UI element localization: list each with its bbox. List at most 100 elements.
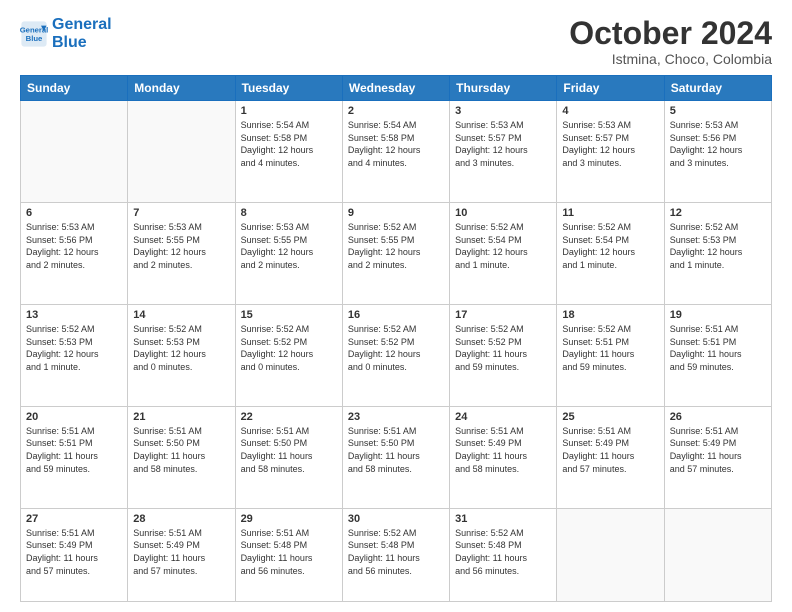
- calendar-cell: 13Sunrise: 5:52 AMSunset: 5:53 PMDayligh…: [21, 304, 128, 406]
- day-info: Sunrise: 5:53 AMSunset: 5:57 PMDaylight:…: [562, 119, 658, 169]
- calendar-cell: 27Sunrise: 5:51 AMSunset: 5:49 PMDayligh…: [21, 508, 128, 601]
- day-number: 14: [133, 309, 229, 321]
- calendar-cell: 3Sunrise: 5:53 AMSunset: 5:57 PMDaylight…: [450, 101, 557, 203]
- calendar-cell: 28Sunrise: 5:51 AMSunset: 5:49 PMDayligh…: [128, 508, 235, 601]
- calendar-cell: [21, 101, 128, 203]
- day-info: Sunrise: 5:53 AMSunset: 5:55 PMDaylight:…: [241, 221, 337, 271]
- day-number: 8: [241, 207, 337, 219]
- day-info: Sunrise: 5:51 AMSunset: 5:50 PMDaylight:…: [133, 425, 229, 475]
- calendar-cell: 18 Sunrise: 5:52 AMSunset: 5:51 PMDayligh…: [557, 304, 664, 406]
- col-monday: Monday: [128, 76, 235, 101]
- day-number: 16: [348, 309, 444, 321]
- calendar-cell: 30 Sunrise: 5:52 AMSunset: 5:48 PMDayligh…: [342, 508, 449, 601]
- location: Istmina, Choco, Colombia: [569, 51, 772, 67]
- calendar-cell: 12 Sunrise: 5:52 AMSunset: 5:53 PMDayligh…: [664, 203, 771, 305]
- day-info: Sunrise: 5:52 AMSunset: 5:51 PMDaylight:…: [562, 323, 658, 373]
- day-number: 7: [133, 207, 229, 219]
- day-number: 27: [26, 513, 122, 525]
- logo-line2: Blue: [52, 34, 87, 51]
- calendar-cell: 11 Sunrise: 5:52 AMSunset: 5:54 PMDayligh…: [557, 203, 664, 305]
- calendar-cell: 9 Sunrise: 5:52 AMSunset: 5:55 PMDaylight…: [342, 203, 449, 305]
- calendar-cell: 22 Sunrise: 5:51 AMSunset: 5:50 PMDayligh…: [235, 406, 342, 508]
- day-number: 11: [562, 207, 658, 219]
- day-number: 4: [562, 105, 658, 117]
- day-number: 1: [241, 105, 337, 117]
- day-info: Sunrise: 5:54 AMSunset: 5:58 PMDaylight:…: [348, 119, 444, 169]
- calendar-cell: 15 Sunrise: 5:52 AMSunset: 5:52 PMDayligh…: [235, 304, 342, 406]
- calendar-cell: 1 Sunrise: 5:54 AMSunset: 5:58 PMDaylight…: [235, 101, 342, 203]
- calendar-cell: [557, 508, 664, 601]
- calendar-cell: 21 Sunrise: 5:51 AMSunset: 5:50 PMDayligh…: [128, 406, 235, 508]
- day-number: 9: [348, 207, 444, 219]
- day-info: Sunrise: 5:54 AMSunset: 5:58 PMDaylight:…: [241, 119, 337, 169]
- day-info: Sunrise: 5:52 AMSunset: 5:55 PMDaylight:…: [348, 221, 444, 271]
- calendar-cell: [128, 101, 235, 203]
- day-number: 17: [455, 309, 551, 321]
- day-number: 30: [348, 513, 444, 525]
- month-title: October 2024: [569, 16, 772, 51]
- day-info: Sunrise: 5:51 AMSunset: 5:51 PMDaylight:…: [670, 323, 766, 373]
- col-thursday: Thursday: [450, 76, 557, 101]
- calendar-cell: 17Sunrise: 5:52 AMSunset: 5:52 PMDayligh…: [450, 304, 557, 406]
- col-saturday: Saturday: [664, 76, 771, 101]
- day-number: 3: [455, 105, 551, 117]
- day-info: Sunrise: 5:51 AMSunset: 5:49 PMDaylight:…: [562, 425, 658, 475]
- calendar-cell: 19 Sunrise: 5:51 AMSunset: 5:51 PMDayligh…: [664, 304, 771, 406]
- svg-text:Blue: Blue: [26, 34, 43, 43]
- logo-line1: General: [52, 16, 112, 33]
- title-area: October 2024 Istmina, Choco, Colombia: [569, 16, 772, 67]
- day-info: Sunrise: 5:52 AMSunset: 5:54 PMDaylight:…: [455, 221, 551, 271]
- day-number: 23: [348, 411, 444, 423]
- calendar-cell: 25Sunrise: 5:51 AMSunset: 5:49 PMDayligh…: [557, 406, 664, 508]
- day-number: 19: [670, 309, 766, 321]
- day-number: 20: [26, 411, 122, 423]
- calendar-cell: 5Sunrise: 5:53 AMSunset: 5:56 PMDaylight…: [664, 101, 771, 203]
- day-number: 21: [133, 411, 229, 423]
- day-number: 15: [241, 309, 337, 321]
- calendar-cell: 24 Sunrise: 5:51 AMSunset: 5:49 PMDayligh…: [450, 406, 557, 508]
- day-info: Sunrise: 5:51 AMSunset: 5:48 PMDaylight:…: [241, 527, 337, 577]
- calendar-cell: 31Sunrise: 5:52 AMSunset: 5:48 PMDayligh…: [450, 508, 557, 601]
- day-number: 6: [26, 207, 122, 219]
- calendar-cell: 29 Sunrise: 5:51 AMSunset: 5:48 PMDayligh…: [235, 508, 342, 601]
- day-number: 26: [670, 411, 766, 423]
- day-info: Sunrise: 5:52 AMSunset: 5:48 PMDaylight:…: [348, 527, 444, 577]
- day-info: Sunrise: 5:52 AMSunset: 5:53 PMDaylight:…: [26, 323, 122, 373]
- col-sunday: Sunday: [21, 76, 128, 101]
- calendar-cell: 10Sunrise: 5:52 AMSunset: 5:54 PMDayligh…: [450, 203, 557, 305]
- day-number: 24: [455, 411, 551, 423]
- logo-icon: General Blue: [20, 20, 48, 48]
- day-info: Sunrise: 5:52 AMSunset: 5:54 PMDaylight:…: [562, 221, 658, 271]
- day-number: 2: [348, 105, 444, 117]
- day-info: Sunrise: 5:53 AMSunset: 5:56 PMDaylight:…: [26, 221, 122, 271]
- day-info: Sunrise: 5:53 AMSunset: 5:55 PMDaylight:…: [133, 221, 229, 271]
- calendar-cell: 8 Sunrise: 5:53 AMSunset: 5:55 PMDaylight…: [235, 203, 342, 305]
- page: General Blue General Blue October 2024 I…: [0, 0, 792, 612]
- day-info: Sunrise: 5:52 AMSunset: 5:48 PMDaylight:…: [455, 527, 551, 577]
- calendar-cell: 16 Sunrise: 5:52 AMSunset: 5:52 PMDayligh…: [342, 304, 449, 406]
- header-row: Sunday Monday Tuesday Wednesday Thursday…: [21, 76, 772, 101]
- col-tuesday: Tuesday: [235, 76, 342, 101]
- day-info: Sunrise: 5:52 AMSunset: 5:53 PMDaylight:…: [670, 221, 766, 271]
- calendar-cell: 7 Sunrise: 5:53 AMSunset: 5:55 PMDaylight…: [128, 203, 235, 305]
- calendar-cell: 2 Sunrise: 5:54 AMSunset: 5:58 PMDaylight…: [342, 101, 449, 203]
- day-info: Sunrise: 5:51 AMSunset: 5:49 PMDaylight:…: [455, 425, 551, 475]
- logo: General Blue General Blue: [20, 16, 112, 51]
- day-info: Sunrise: 5:52 AMSunset: 5:52 PMDaylight:…: [241, 323, 337, 373]
- day-number: 5: [670, 105, 766, 117]
- calendar-cell: 23Sunrise: 5:51 AMSunset: 5:50 PMDayligh…: [342, 406, 449, 508]
- calendar-cell: 26Sunrise: 5:51 AMSunset: 5:49 PMDayligh…: [664, 406, 771, 508]
- col-friday: Friday: [557, 76, 664, 101]
- day-number: 22: [241, 411, 337, 423]
- calendar-cell: [664, 508, 771, 601]
- calendar-table: Sunday Monday Tuesday Wednesday Thursday…: [20, 75, 772, 602]
- day-info: Sunrise: 5:51 AMSunset: 5:50 PMDaylight:…: [241, 425, 337, 475]
- day-number: 12: [670, 207, 766, 219]
- calendar-cell: 20Sunrise: 5:51 AMSunset: 5:51 PMDayligh…: [21, 406, 128, 508]
- day-number: 29: [241, 513, 337, 525]
- day-number: 18: [562, 309, 658, 321]
- header: General Blue General Blue October 2024 I…: [20, 16, 772, 67]
- day-info: Sunrise: 5:52 AMSunset: 5:52 PMDaylight:…: [348, 323, 444, 373]
- calendar-cell: 4 Sunrise: 5:53 AMSunset: 5:57 PMDaylight…: [557, 101, 664, 203]
- calendar-cell: 6 Sunrise: 5:53 AMSunset: 5:56 PMDaylight…: [21, 203, 128, 305]
